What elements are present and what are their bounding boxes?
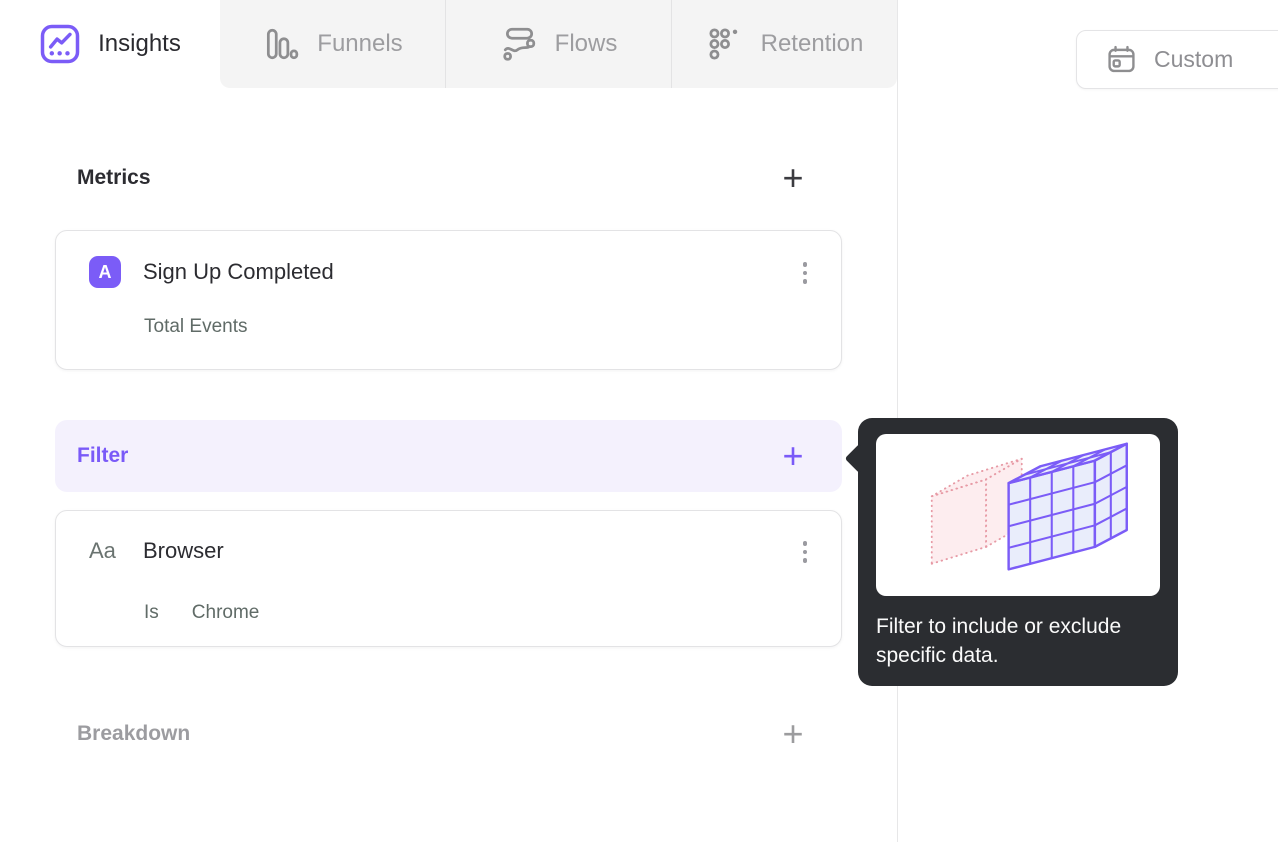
date-range-custom-button[interactable]: Custom <box>1076 30 1278 89</box>
tab-insights-label: Insights <box>98 30 181 57</box>
add-filter-button[interactable]: + <box>778 438 808 474</box>
metric-measurement-row[interactable]: Total Events <box>89 316 811 338</box>
tab-insights[interactable]: Insights <box>0 0 220 88</box>
filter-value: Chrome <box>191 602 260 623</box>
tooltip-arrow <box>844 443 875 474</box>
filter-condition-row[interactable]: Is Chrome <box>89 602 811 624</box>
filter-tooltip: Filter to include or exclude specific da… <box>844 418 1178 686</box>
tab-funnels-label: Funnels <box>317 30 403 57</box>
flow-stream-icon <box>500 25 538 63</box>
tab-retention[interactable]: Retention <box>671 0 897 88</box>
tab-retention-label: Retention <box>760 30 864 57</box>
metric-measurement: Total Events <box>144 316 248 337</box>
tab-flows-label: Flows <box>554 30 618 57</box>
line-chart-icon <box>39 23 81 65</box>
add-metric-button[interactable]: + <box>778 160 808 196</box>
filter-card[interactable]: Aa Browser Is Chrome <box>55 510 842 647</box>
metric-event-name: Sign Up Completed <box>143 259 334 284</box>
metrics-title: Metrics <box>77 166 151 189</box>
filter-operator: Is <box>144 602 159 623</box>
date-range-label: Custom <box>1154 46 1234 72</box>
add-breakdown-button[interactable]: + <box>778 716 808 752</box>
inactive-tab-strip: Funnels Flows Retention <box>220 0 897 88</box>
bar-chart-icon <box>262 25 300 63</box>
filter-section-row[interactable]: Filter + <box>55 420 842 492</box>
filter-card-header: Aa Browser <box>89 535 811 567</box>
tooltip-text: Filter to include or exclude specific da… <box>876 615 1122 667</box>
kebab-menu-icon[interactable] <box>799 260 812 286</box>
filter-cube-illustration-icon <box>896 440 1140 590</box>
metrics-section-header: Metrics + <box>77 160 808 196</box>
calendar-icon <box>1105 43 1138 76</box>
filter-title: Filter <box>77 444 129 467</box>
metric-card[interactable]: A Sign Up Completed Total Events <box>55 230 842 370</box>
insights-builder-page: Insights Funnels Flows Retention Custom … <box>0 0 1278 842</box>
kebab-menu-icon[interactable] <box>799 539 812 565</box>
breakdown-section-header: Breakdown + <box>77 716 808 752</box>
tab-funnels[interactable]: Funnels <box>220 0 445 88</box>
filter-property-name: Browser <box>143 538 224 563</box>
tooltip-illustration-panel <box>876 434 1160 596</box>
tab-flows[interactable]: Flows <box>445 0 671 88</box>
dots-grid-icon <box>706 25 744 63</box>
breakdown-title: Breakdown <box>77 722 191 745</box>
metric-card-header: A Sign Up Completed <box>89 256 811 288</box>
text-property-icon: Aa <box>89 538 116 563</box>
series-a-badge: A <box>89 256 121 288</box>
